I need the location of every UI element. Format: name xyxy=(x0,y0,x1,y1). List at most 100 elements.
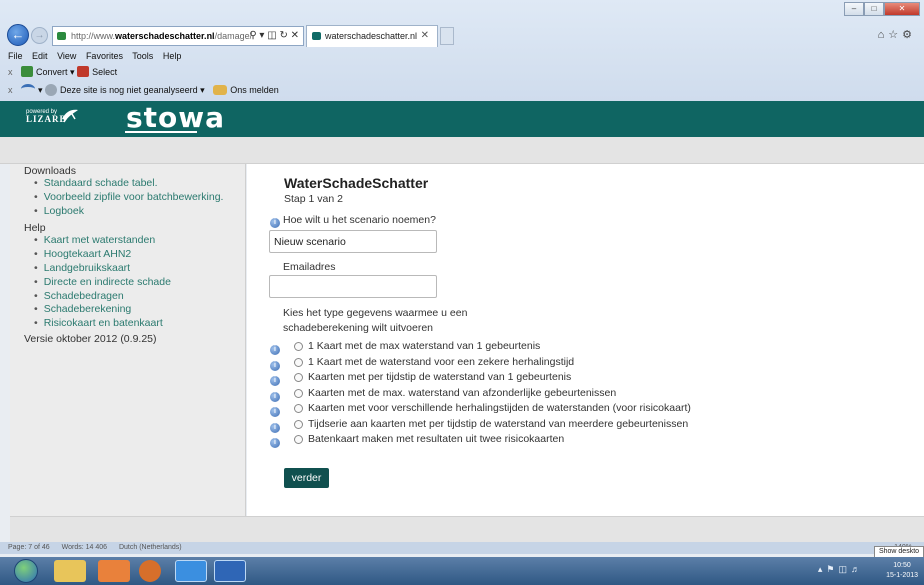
email-label: Emailadres xyxy=(283,261,336,273)
option-radio[interactable] xyxy=(294,373,303,382)
menu-favorites[interactable]: Favorites xyxy=(86,51,123,61)
help-link[interactable]: Kaart met waterstanden xyxy=(34,234,245,248)
version-text: Versie oktober 2012 (0.9.25) xyxy=(24,332,157,345)
help-icon[interactable]: i xyxy=(270,376,280,386)
option-label[interactable]: Kaarten met per tijdstip de waterstand v… xyxy=(308,371,571,383)
help-icon[interactable]: i xyxy=(270,407,280,417)
help-icon[interactable]: i xyxy=(270,391,280,402)
clock-date: 15-1-2013 xyxy=(886,572,918,579)
scenario-name-input[interactable] xyxy=(269,230,437,253)
option-radio[interactable] xyxy=(294,342,303,351)
menu-help[interactable]: Help xyxy=(163,51,182,61)
site-header: powered by LIZARD stowa xyxy=(0,101,924,137)
taskbar: ▴⚑◫♬ 10:50 15-1-2013 xyxy=(0,557,924,585)
option-radio[interactable] xyxy=(294,435,303,444)
tab-favicon-icon xyxy=(312,32,321,40)
close-toolbar-icon[interactable]: x xyxy=(8,67,13,77)
close-toolbar2-icon[interactable]: x xyxy=(8,85,13,95)
chevron-down-icon[interactable]: ▾ xyxy=(70,67,77,77)
explorer-icon[interactable] xyxy=(54,560,86,582)
help-link[interactable]: Schadebedragen xyxy=(34,290,245,304)
internet-explorer-icon[interactable] xyxy=(175,560,207,582)
page-footer xyxy=(10,516,924,542)
site-status-icon xyxy=(45,84,58,96)
option-label[interactable]: 1 Kaart met de max waterstand van 1 gebe… xyxy=(308,340,540,352)
help-icon[interactable]: i xyxy=(270,438,280,448)
outlook-icon[interactable] xyxy=(98,560,130,582)
command-bar: x Convert ▾ Select xyxy=(0,64,924,80)
page-count[interactable]: Page: 7 of 46 xyxy=(8,544,50,551)
option-label[interactable]: Kaarten met voor verschillende herhaling… xyxy=(308,402,691,414)
title-bar: ← → http://www.waterschadeschatter.nl/da… xyxy=(0,0,924,48)
downloads-list: Standaard schade tabel. Voorbeeld zipfil… xyxy=(34,177,245,218)
help-link[interactable]: Schadeberekening xyxy=(34,303,245,317)
download-link[interactable]: Standaard schade tabel. xyxy=(34,177,245,191)
start-button[interactable] xyxy=(14,559,38,583)
browser-tab[interactable]: waterschadeschatter.nl ✕ xyxy=(306,25,438,47)
option-radio[interactable] xyxy=(294,388,303,398)
scenario-question: i Hoe wilt u het scenario noemen? xyxy=(270,214,436,228)
wifi-icon[interactable] xyxy=(21,84,36,94)
page-title: WaterSchadeSchatter xyxy=(284,175,429,191)
minimize-icon[interactable]: – xyxy=(844,2,864,16)
report-icon xyxy=(213,85,228,95)
help-icon[interactable]: i xyxy=(270,422,280,433)
tab-title: waterschadeschatter.nl xyxy=(325,31,418,41)
option-label[interactable]: Tijdserie aan kaarten met per tijdstip d… xyxy=(308,418,688,430)
sidebar: Downloads Standaard schade tabel. Voorbe… xyxy=(10,164,246,516)
next-button[interactable]: verder xyxy=(284,468,329,488)
option-label[interactable]: Kaarten met de max. waterstand van afzon… xyxy=(308,387,616,399)
firefox-icon[interactable] xyxy=(139,560,161,582)
home-star-gear-icons[interactable]: ⌂☆⚙ xyxy=(878,28,916,41)
download-link[interactable]: Logboek xyxy=(34,205,245,219)
option-radio[interactable] xyxy=(294,404,303,413)
menu-view[interactable]: View xyxy=(57,51,76,61)
help-icon[interactable]: i xyxy=(270,218,280,228)
menu-edit[interactable]: Edit xyxy=(32,51,48,61)
chevron-down-icon[interactable]: ▾ xyxy=(198,85,205,95)
new-tab-button[interactable] xyxy=(440,27,454,45)
word-icon[interactable] xyxy=(214,560,246,582)
tab-close-icon[interactable]: ✕ xyxy=(421,26,429,46)
option-radio[interactable] xyxy=(294,357,303,367)
menu-file[interactable]: File xyxy=(8,51,23,61)
url-prefix: http://www. xyxy=(71,31,116,41)
address-bar[interactable]: http://www.waterschadeschatter.nl/damage… xyxy=(52,26,304,46)
address-tools-icon[interactable]: ⚲ ▾ ◫ ↻ ✕ xyxy=(249,27,299,45)
window-controls: – □ ✕ xyxy=(844,2,920,16)
language-indicator[interactable]: Dutch (Netherlands) xyxy=(119,544,182,551)
help-icon[interactable]: i xyxy=(270,360,280,371)
report-button[interactable]: Ons melden xyxy=(230,85,279,95)
select-icon xyxy=(77,66,90,77)
main-form: WaterSchadeSchatter Stap 1 van 2 i Hoe wi… xyxy=(247,164,924,516)
email-field[interactable] xyxy=(269,275,437,298)
select-button[interactable]: Select xyxy=(92,67,117,77)
option-radio[interactable] xyxy=(294,419,303,429)
help-link[interactable]: Landgebruikskaart xyxy=(34,262,245,276)
site-status-button[interactable]: Deze site is nog niet geanalyseerd xyxy=(60,85,198,95)
clock[interactable]: 10:50 15-1-2013 xyxy=(886,561,918,581)
maximize-icon[interactable]: □ xyxy=(864,2,884,16)
lizard-mark-icon xyxy=(62,109,78,123)
forward-button[interactable]: → xyxy=(31,27,48,44)
screen: ← → http://www.waterschadeschatter.nl/da… xyxy=(0,0,924,585)
chevron-down-icon[interactable]: ▾ xyxy=(38,85,45,95)
type-prompt: Kies het type gegevens waarmee u een sch… xyxy=(283,307,468,334)
system-tray-icons[interactable]: ▴⚑◫♬ xyxy=(818,564,864,575)
back-button[interactable]: ← xyxy=(7,24,29,46)
clock-time: 10:50 xyxy=(893,562,911,569)
convert-button[interactable]: Convert xyxy=(36,67,68,77)
menu-tools[interactable]: Tools xyxy=(132,51,153,61)
download-link[interactable]: Voorbeeld zipfile voor batchbewerking. xyxy=(34,191,245,205)
close-window-icon[interactable]: ✕ xyxy=(884,2,920,16)
sub-header-bar xyxy=(0,137,924,164)
help-icon[interactable]: i xyxy=(270,345,280,355)
scenario-label: Hoe wilt u het scenario noemen? xyxy=(283,214,436,226)
word-count[interactable]: Words: 14 406 xyxy=(62,544,107,551)
option-label[interactable]: Batenkaart maken met resultaten uit twee… xyxy=(308,433,564,445)
help-link[interactable]: Directe en indirecte schade xyxy=(34,276,245,290)
help-link[interactable]: Hoogtekaart AHN2 xyxy=(34,248,245,262)
option-label[interactable]: 1 Kaart met de waterstand voor een zeker… xyxy=(308,356,574,368)
stowa-logo[interactable]: stowa xyxy=(126,101,225,134)
help-link[interactable]: Risicokaart en batenkaart xyxy=(34,317,245,331)
